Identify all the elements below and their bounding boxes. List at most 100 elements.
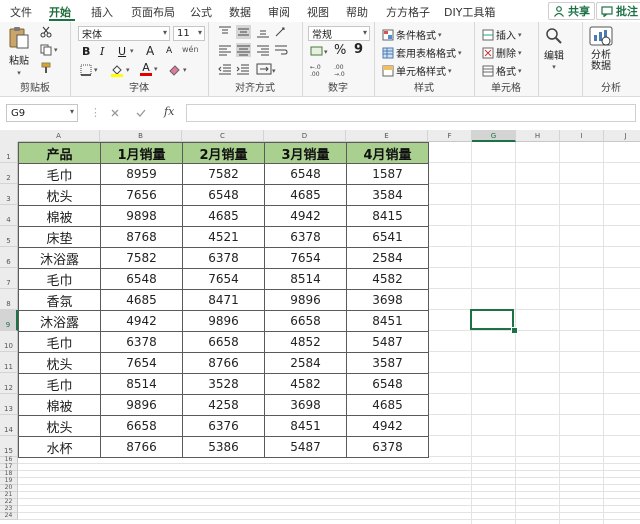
align-bottom-icon[interactable] — [256, 26, 270, 38]
sales-cell[interactable]: 4521 — [182, 226, 265, 248]
analyze-data-button[interactable]: 分析数据 — [588, 25, 614, 72]
row-header-1[interactable]: 1 — [0, 142, 18, 163]
font-color-button[interactable]: A — [140, 62, 152, 76]
tab-data[interactable]: 数据 — [229, 4, 251, 20]
increase-font-button[interactable]: A — [146, 44, 154, 58]
header-feb-sales[interactable]: 2月销量 — [182, 142, 265, 164]
decrease-indent-icon[interactable] — [218, 63, 232, 75]
align-middle-icon[interactable] — [236, 25, 251, 39]
row-header-24[interactable]: 24 — [0, 513, 18, 520]
tab-view[interactable]: 视图 — [307, 4, 329, 20]
row-header-12[interactable]: 12 — [0, 373, 18, 394]
share-button[interactable]: 共享 — [548, 2, 595, 20]
tab-insert[interactable]: 插入 — [91, 4, 113, 20]
product-cell[interactable]: 毛巾 — [18, 163, 101, 185]
insert-function-button[interactable]: fx — [164, 105, 174, 118]
column-header-h[interactable]: H — [516, 130, 560, 142]
number-format-select[interactable]: 常规 ▾ — [308, 26, 370, 41]
header-mar-sales[interactable]: 3月销量 — [264, 142, 347, 164]
column-header-j[interactable]: J — [604, 130, 640, 142]
sales-cell[interactable]: 8471 — [182, 289, 265, 311]
tab-formulas[interactable]: 公式 — [190, 4, 212, 20]
sales-cell[interactable]: 5487 — [346, 331, 429, 353]
product-cell[interactable]: 毛巾 — [18, 373, 101, 395]
sales-cell[interactable]: 4942 — [100, 310, 183, 332]
row-header-5[interactable]: 5 — [0, 226, 18, 247]
sales-cell[interactable]: 6658 — [100, 415, 183, 437]
sales-cell[interactable]: 8415 — [346, 205, 429, 227]
sales-cell[interactable]: 7654 — [100, 352, 183, 374]
column-header-e[interactable]: E — [346, 130, 428, 142]
row-header-4[interactable]: 4 — [0, 205, 18, 226]
product-cell[interactable]: 香氛 — [18, 289, 101, 311]
underline-button[interactable]: U — [118, 45, 126, 58]
tab-help[interactable]: 帮助 — [346, 4, 368, 20]
sales-cell[interactable]: 9896 — [264, 289, 347, 311]
tab-page-layout[interactable]: 页面布局 — [131, 4, 175, 20]
sales-cell[interactable]: 7656 — [100, 184, 183, 206]
sales-cell[interactable]: 3698 — [264, 394, 347, 416]
active-cell-g9[interactable] — [470, 309, 514, 330]
product-cell[interactable]: 棉被 — [18, 394, 101, 416]
percent-button[interactable]: % — [334, 43, 346, 58]
product-cell[interactable]: 床垫 — [18, 226, 101, 248]
sales-cell[interactable]: 6548 — [182, 184, 265, 206]
text-orientation-icon[interactable] — [274, 26, 288, 38]
sales-cell[interactable]: 7582 — [182, 163, 265, 185]
row-header-15[interactable]: 15 — [0, 436, 18, 457]
increase-decimal-icon[interactable]: ←.0.00 — [310, 63, 328, 77]
column-header-i[interactable]: I — [560, 130, 604, 142]
align-center-icon[interactable] — [236, 43, 251, 57]
align-left-icon[interactable] — [218, 44, 232, 56]
sales-cell[interactable]: 4685 — [346, 394, 429, 416]
spreadsheet-grid[interactable]: ABCDEFGHIJ 1 2 3 4 5 6 7 8 9 10 11 12 13 14 15 16 17 18 19… — [0, 130, 640, 524]
sales-cell[interactable]: 4685 — [100, 289, 183, 311]
sales-cell[interactable]: 8514 — [264, 268, 347, 290]
sales-cell[interactable]: 6378 — [100, 331, 183, 353]
sales-cell[interactable]: 5386 — [182, 436, 265, 458]
column-header-b[interactable]: B — [100, 130, 182, 142]
align-right-icon[interactable] — [256, 44, 270, 56]
increase-indent-icon[interactable] — [236, 63, 250, 75]
sales-cell[interactable]: 4942 — [264, 205, 347, 227]
insert-cells-button[interactable]: 插入 ▾ — [482, 27, 522, 42]
sales-cell[interactable]: 6376 — [182, 415, 265, 437]
sales-cell[interactable]: 6378 — [182, 247, 265, 269]
italic-button[interactable]: I — [100, 45, 104, 58]
sales-cell[interactable]: 8766 — [182, 352, 265, 374]
bold-button[interactable]: B — [82, 45, 90, 58]
sales-cell[interactable]: 1587 — [346, 163, 429, 185]
column-header-d[interactable]: D — [264, 130, 346, 142]
product-cell[interactable]: 毛巾 — [18, 268, 101, 290]
sales-cell[interactable]: 9896 — [182, 310, 265, 332]
sales-cell[interactable]: 6378 — [346, 436, 429, 458]
sales-cell[interactable]: 8514 — [100, 373, 183, 395]
comma-style-button[interactable]: 9 — [354, 42, 363, 57]
comments-button[interactable]: 批注 — [596, 2, 640, 20]
row-header-11[interactable]: 11 — [0, 352, 18, 373]
row-header-10[interactable]: 10 — [0, 331, 18, 352]
sales-cell[interactable]: 4852 — [264, 331, 347, 353]
sales-cell[interactable]: 6541 — [346, 226, 429, 248]
sales-cell[interactable]: 4685 — [182, 205, 265, 227]
sales-cell[interactable]: 9896 — [100, 394, 183, 416]
sales-cell[interactable]: 7654 — [264, 247, 347, 269]
sales-cell[interactable]: 4582 — [264, 373, 347, 395]
sales-cell[interactable]: 8768 — [100, 226, 183, 248]
phonetic-button[interactable]: wén — [182, 45, 199, 54]
tab-file[interactable]: 文件 — [10, 4, 32, 20]
sales-cell[interactable]: 9898 — [100, 205, 183, 227]
row-header-6[interactable]: 6 — [0, 247, 18, 268]
sales-cell[interactable]: 5487 — [264, 436, 347, 458]
font-color-dropdown[interactable]: ▾ — [154, 65, 158, 73]
row-header-9[interactable]: 9 — [0, 310, 18, 331]
product-cell[interactable]: 沐浴露 — [18, 247, 101, 269]
copy-button[interactable]: ▾ — [40, 44, 58, 56]
row-header-3[interactable]: 3 — [0, 184, 18, 205]
sales-cell[interactable]: 6548 — [100, 268, 183, 290]
align-top-icon[interactable] — [218, 26, 232, 38]
sales-cell[interactable]: 6378 — [264, 226, 347, 248]
cancel-icon[interactable] — [110, 108, 120, 118]
sales-cell[interactable]: 2584 — [264, 352, 347, 374]
sales-cell[interactable]: 8959 — [100, 163, 183, 185]
